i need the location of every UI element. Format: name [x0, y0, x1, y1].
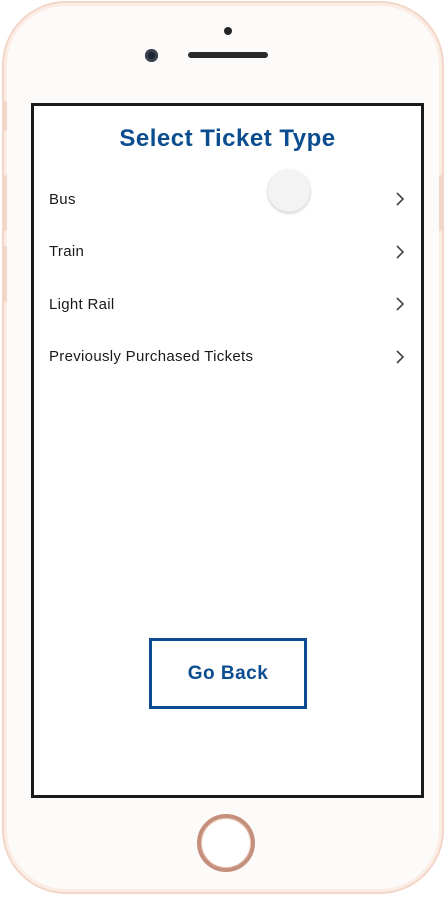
ticket-option-light-rail[interactable]: Light Rail — [34, 278, 421, 331]
ticket-option-label: Light Rail — [49, 295, 115, 313]
go-back-button[interactable]: Go Back — [149, 638, 307, 709]
app-screen: Select Ticket Type Bus Train Light Rail — [31, 103, 424, 798]
page-title: Select Ticket Type — [119, 125, 336, 152]
ticket-option-label: Train — [49, 243, 85, 261]
power-button — [439, 175, 442, 231]
ticket-option-bus[interactable]: Bus — [34, 173, 421, 226]
ticket-option-label: Previously Purchased Tickets — [49, 348, 254, 366]
ticket-option-label: Bus — [49, 190, 76, 208]
ticket-option-train[interactable]: Train — [34, 226, 421, 279]
proximity-sensor — [224, 27, 232, 35]
home-button[interactable] — [197, 814, 255, 872]
chevron-right-icon — [396, 350, 405, 364]
chevron-right-icon — [396, 192, 405, 206]
chevron-right-icon — [396, 245, 405, 259]
ticket-type-list: Bus Train Light Rail Previously Purchase… — [34, 173, 421, 383]
front-camera-icon — [145, 49, 158, 62]
earpiece-speaker — [188, 52, 268, 58]
volume-up-button — [4, 175, 7, 231]
mute-switch — [4, 101, 7, 131]
volume-down-button — [4, 246, 7, 302]
phone-frame: Select Ticket Type Bus Train Light Rail — [2, 1, 444, 894]
chevron-right-icon — [396, 297, 405, 311]
ticket-option-previously-purchased[interactable]: Previously Purchased Tickets — [34, 331, 421, 384]
